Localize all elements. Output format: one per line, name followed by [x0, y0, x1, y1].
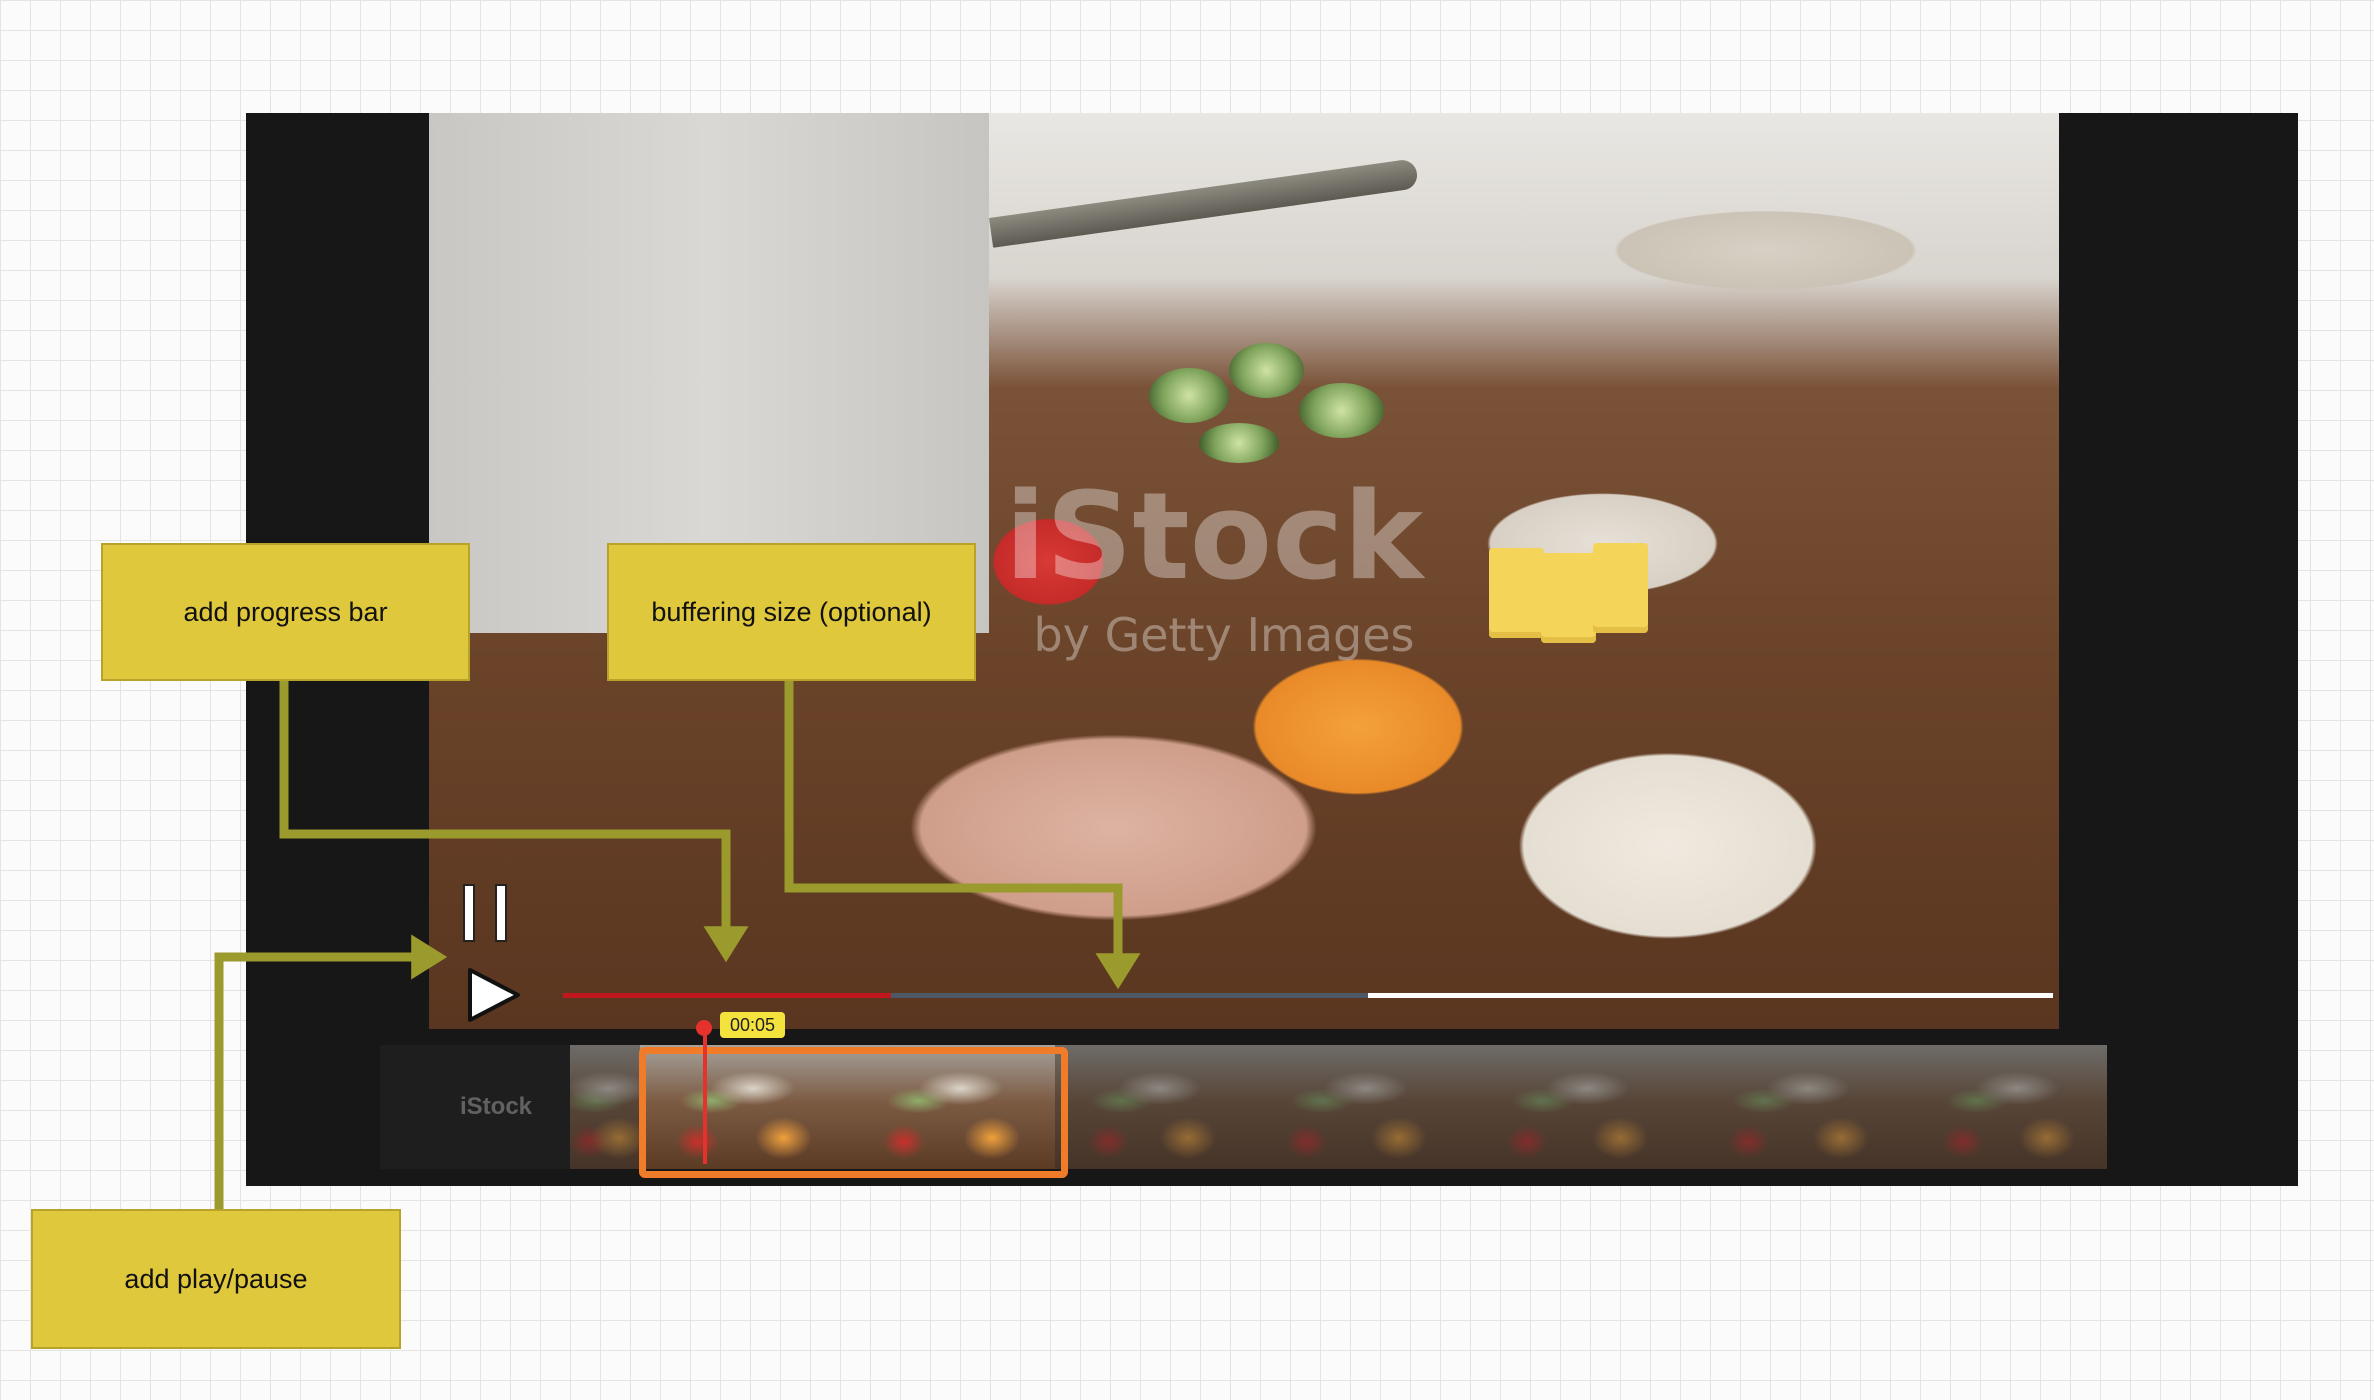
callout-play-pause: add play/pause — [31, 1209, 401, 1349]
callout-buffering: buffering size (optional) — [607, 543, 976, 681]
callout-progress-bar: add progress bar — [101, 543, 470, 681]
annotation-arrows — [214, 680, 1141, 1210]
